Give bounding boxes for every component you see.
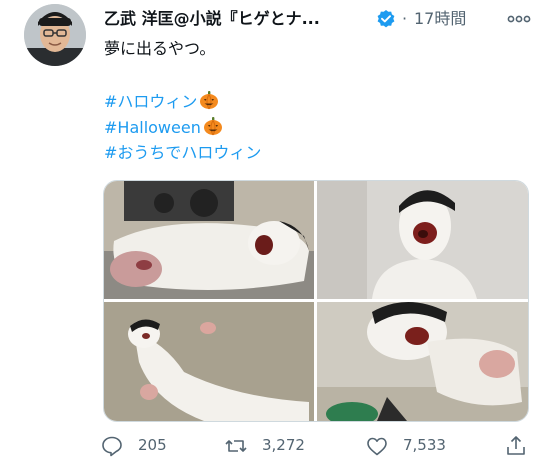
like-button[interactable]: 7,533 (365, 432, 475, 460)
reply-count: 205 (138, 436, 167, 454)
more-options-icon[interactable] (504, 8, 534, 30)
action-bar: 205 3,272 7,533 (100, 432, 540, 462)
like-icon (367, 437, 387, 456)
avatar[interactable] (24, 4, 86, 66)
retweet-icon (225, 440, 247, 452)
hashtag-link[interactable]: #おうちでハロウィン (104, 142, 261, 164)
tweet-header: 乙武 洋匡@小説『ヒゲとナ... · 17時間 (104, 8, 534, 32)
media-photo-3[interactable] (104, 302, 314, 421)
photo-image (317, 181, 528, 299)
display-name[interactable]: 乙武 洋匡@小説『ヒゲとナ... (104, 8, 352, 30)
timestamp[interactable]: 17時間 (414, 8, 466, 30)
photo-image (104, 181, 314, 299)
retweet-button[interactable]: 3,272 (224, 432, 334, 460)
photo-image (104, 302, 314, 421)
hashtag-label[interactable]: #Halloween (104, 118, 201, 137)
verified-badge-icon (377, 10, 395, 28)
share-icon (507, 436, 525, 455)
reply-icon (102, 436, 122, 457)
media-photo-1[interactable] (104, 181, 314, 299)
media-grid (103, 180, 529, 422)
photo-image (317, 302, 528, 421)
media-photo-4[interactable] (317, 302, 528, 421)
avatar-image (24, 4, 86, 66)
share-button[interactable] (504, 432, 534, 460)
pumpkin-emoji-icon (200, 91, 219, 110)
hashtag-link[interactable]: #ハロウィン (104, 90, 219, 113)
hashtag-label[interactable]: #ハロウィン (104, 92, 197, 111)
reply-button[interactable]: 205 (100, 432, 190, 460)
separator-dot: · (402, 9, 408, 28)
pumpkin-emoji-icon (203, 117, 222, 136)
hashtag-link[interactable]: #Halloween (104, 116, 223, 139)
retweet-count: 3,272 (262, 436, 305, 454)
hashtag-label[interactable]: #おうちでハロウィン (104, 143, 261, 162)
tweet-text: 夢に出るやつ。 (104, 39, 216, 58)
media-photo-2[interactable] (317, 181, 528, 299)
like-count: 7,533 (403, 436, 446, 454)
